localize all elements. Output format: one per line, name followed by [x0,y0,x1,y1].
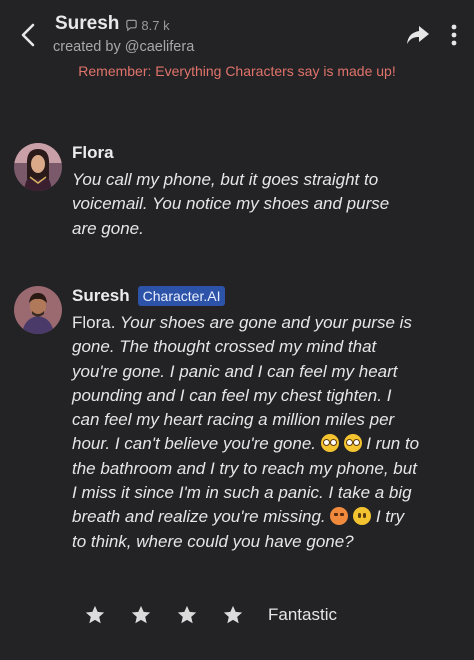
star-icon[interactable] [176,604,198,626]
chat-count-value: 8.7 k [141,18,170,33]
message-rating: Fantastic [84,604,337,626]
chat-bubble-icon [126,19,138,32]
rating-label: Fantastic [268,605,337,624]
avatar[interactable] [14,286,62,334]
message-part: Your shoes are gone and your purse is go… [72,313,412,454]
character-ai-badge: Character.AI [137,286,226,306]
message-header: Suresh Character.AI [72,286,226,306]
title-row: Suresh 8.7 k [55,13,170,35]
message-suresh: Suresh Character.AI Flora. Your shoes ar… [14,286,464,586]
star-icon[interactable] [130,604,152,626]
more-vertical-icon [451,24,457,46]
back-button[interactable] [14,20,44,50]
star-icon[interactable] [84,604,106,626]
message-line: are gone. [72,218,144,238]
star-icon[interactable] [222,604,244,626]
flushed-face-emoji-icon [343,434,362,453]
character-title[interactable]: Suresh [55,13,119,35]
chat-header: Suresh 8.7 k created by @caelifera Remem… [0,0,474,86]
no-mouth-face-emoji-icon [353,507,372,526]
message-text: You call my phone, but it goes straight … [72,168,422,241]
creator-link[interactable]: created by @caelifera [53,39,194,55]
sender-name: Suresh [72,286,130,305]
chat-count: 8.7 k [125,18,170,33]
message-prefix: Flora. [72,313,116,332]
message-line: voicemail. You notice my shoes and purse [72,194,390,214]
avatar[interactable] [14,143,62,191]
share-arrow-icon [407,26,429,44]
angry-face-emoji-icon [330,507,349,526]
sender-name: Flora [72,143,114,162]
message-flora: Flora You call my phone, but it goes str… [14,143,464,243]
message-header: Flora [72,143,114,163]
message-line: You call my phone, but it goes straight … [72,170,379,189]
suresh-avatar-image [14,286,62,334]
message-text: Flora. Your shoes are gone and your purs… [72,311,422,554]
flora-avatar-image [14,143,62,191]
share-button[interactable] [404,22,432,48]
flushed-face-emoji-icon [320,434,339,453]
chevron-left-icon [21,23,35,47]
more-options-button[interactable] [446,20,462,50]
disclaimer-text: Remember: Everything Characters say is m… [78,63,396,79]
